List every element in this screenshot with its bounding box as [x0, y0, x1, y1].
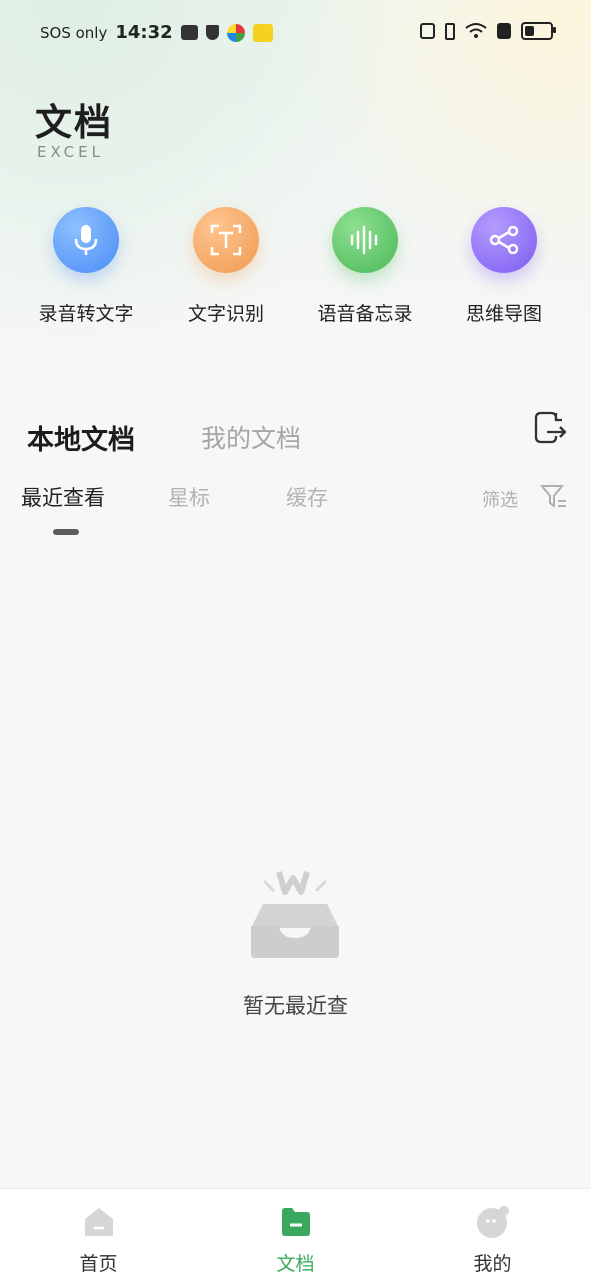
bottom-nav: 首页 文档 我的 — [0, 1188, 591, 1281]
battery-icon — [521, 22, 556, 40]
folder-icon — [282, 1208, 310, 1236]
nav-home[interactable]: 首页 — [0, 1189, 197, 1281]
tool-audio-to-text[interactable]: 录音转文字 — [16, 205, 156, 326]
sound-wave-icon — [332, 207, 398, 273]
empty-box-icon — [251, 871, 339, 958]
status-bar: SOS only 14:32 — [0, 0, 591, 66]
vibrate-icon — [445, 22, 455, 40]
subtab-indicator — [53, 529, 79, 535]
microphone-icon — [53, 207, 119, 273]
nav-label: 文档 — [276, 1253, 315, 1275]
subtab-starred[interactable]: 星标 — [168, 482, 210, 512]
export-icon — [534, 411, 567, 444]
clock: 14:32 — [115, 22, 173, 43]
tool-label: 文字识别 — [187, 303, 264, 325]
export-button[interactable] — [532, 410, 568, 446]
tool-voice-memo[interactable]: 语音备忘录 — [295, 205, 435, 326]
nav-mine[interactable]: 我的 — [394, 1189, 591, 1281]
filter-icon[interactable] — [540, 482, 568, 510]
page-subtitle: EXCEL — [37, 143, 104, 161]
carrier-label: SOS only — [40, 23, 108, 42]
shield-icon — [205, 25, 219, 40]
mind-map-icon — [471, 207, 537, 273]
nav-label: 首页 — [79, 1253, 118, 1275]
wifi-icon — [465, 23, 487, 38]
tool-label: 语音备忘录 — [317, 303, 413, 325]
page-title: 文档 — [35, 101, 113, 144]
tool-label: 思维导图 — [465, 303, 542, 325]
home-icon — [85, 1208, 113, 1236]
mail-icon — [180, 25, 198, 40]
tool-text-recognition[interactable]: 文字识别 — [156, 205, 296, 326]
filter-button[interactable]: 筛选 — [482, 486, 518, 512]
tool-label: 录音转文字 — [38, 303, 134, 325]
nav-label: 我的 — [473, 1253, 512, 1275]
game-icon — [252, 23, 273, 42]
profile-icon — [477, 1206, 509, 1238]
app-icon — [226, 23, 245, 42]
quick-tools: 录音转文字 文字识别 语音备忘录 思维导图 — [0, 205, 591, 335]
tool-mind-map[interactable]: 思维导图 — [434, 205, 574, 326]
tab-local-docs[interactable]: 本地文档 — [27, 418, 135, 457]
text-scan-icon — [193, 207, 259, 273]
empty-message: 暂无最近查 — [243, 994, 348, 1018]
tab-my-docs[interactable]: 我的文档 — [201, 419, 301, 455]
subtab-recent[interactable]: 最近查看 — [21, 482, 105, 512]
alert-icon — [497, 23, 511, 39]
subtab-cache[interactable]: 缓存 — [286, 482, 328, 512]
nav-docs[interactable]: 文档 — [197, 1189, 394, 1281]
nfc-icon — [420, 23, 435, 39]
